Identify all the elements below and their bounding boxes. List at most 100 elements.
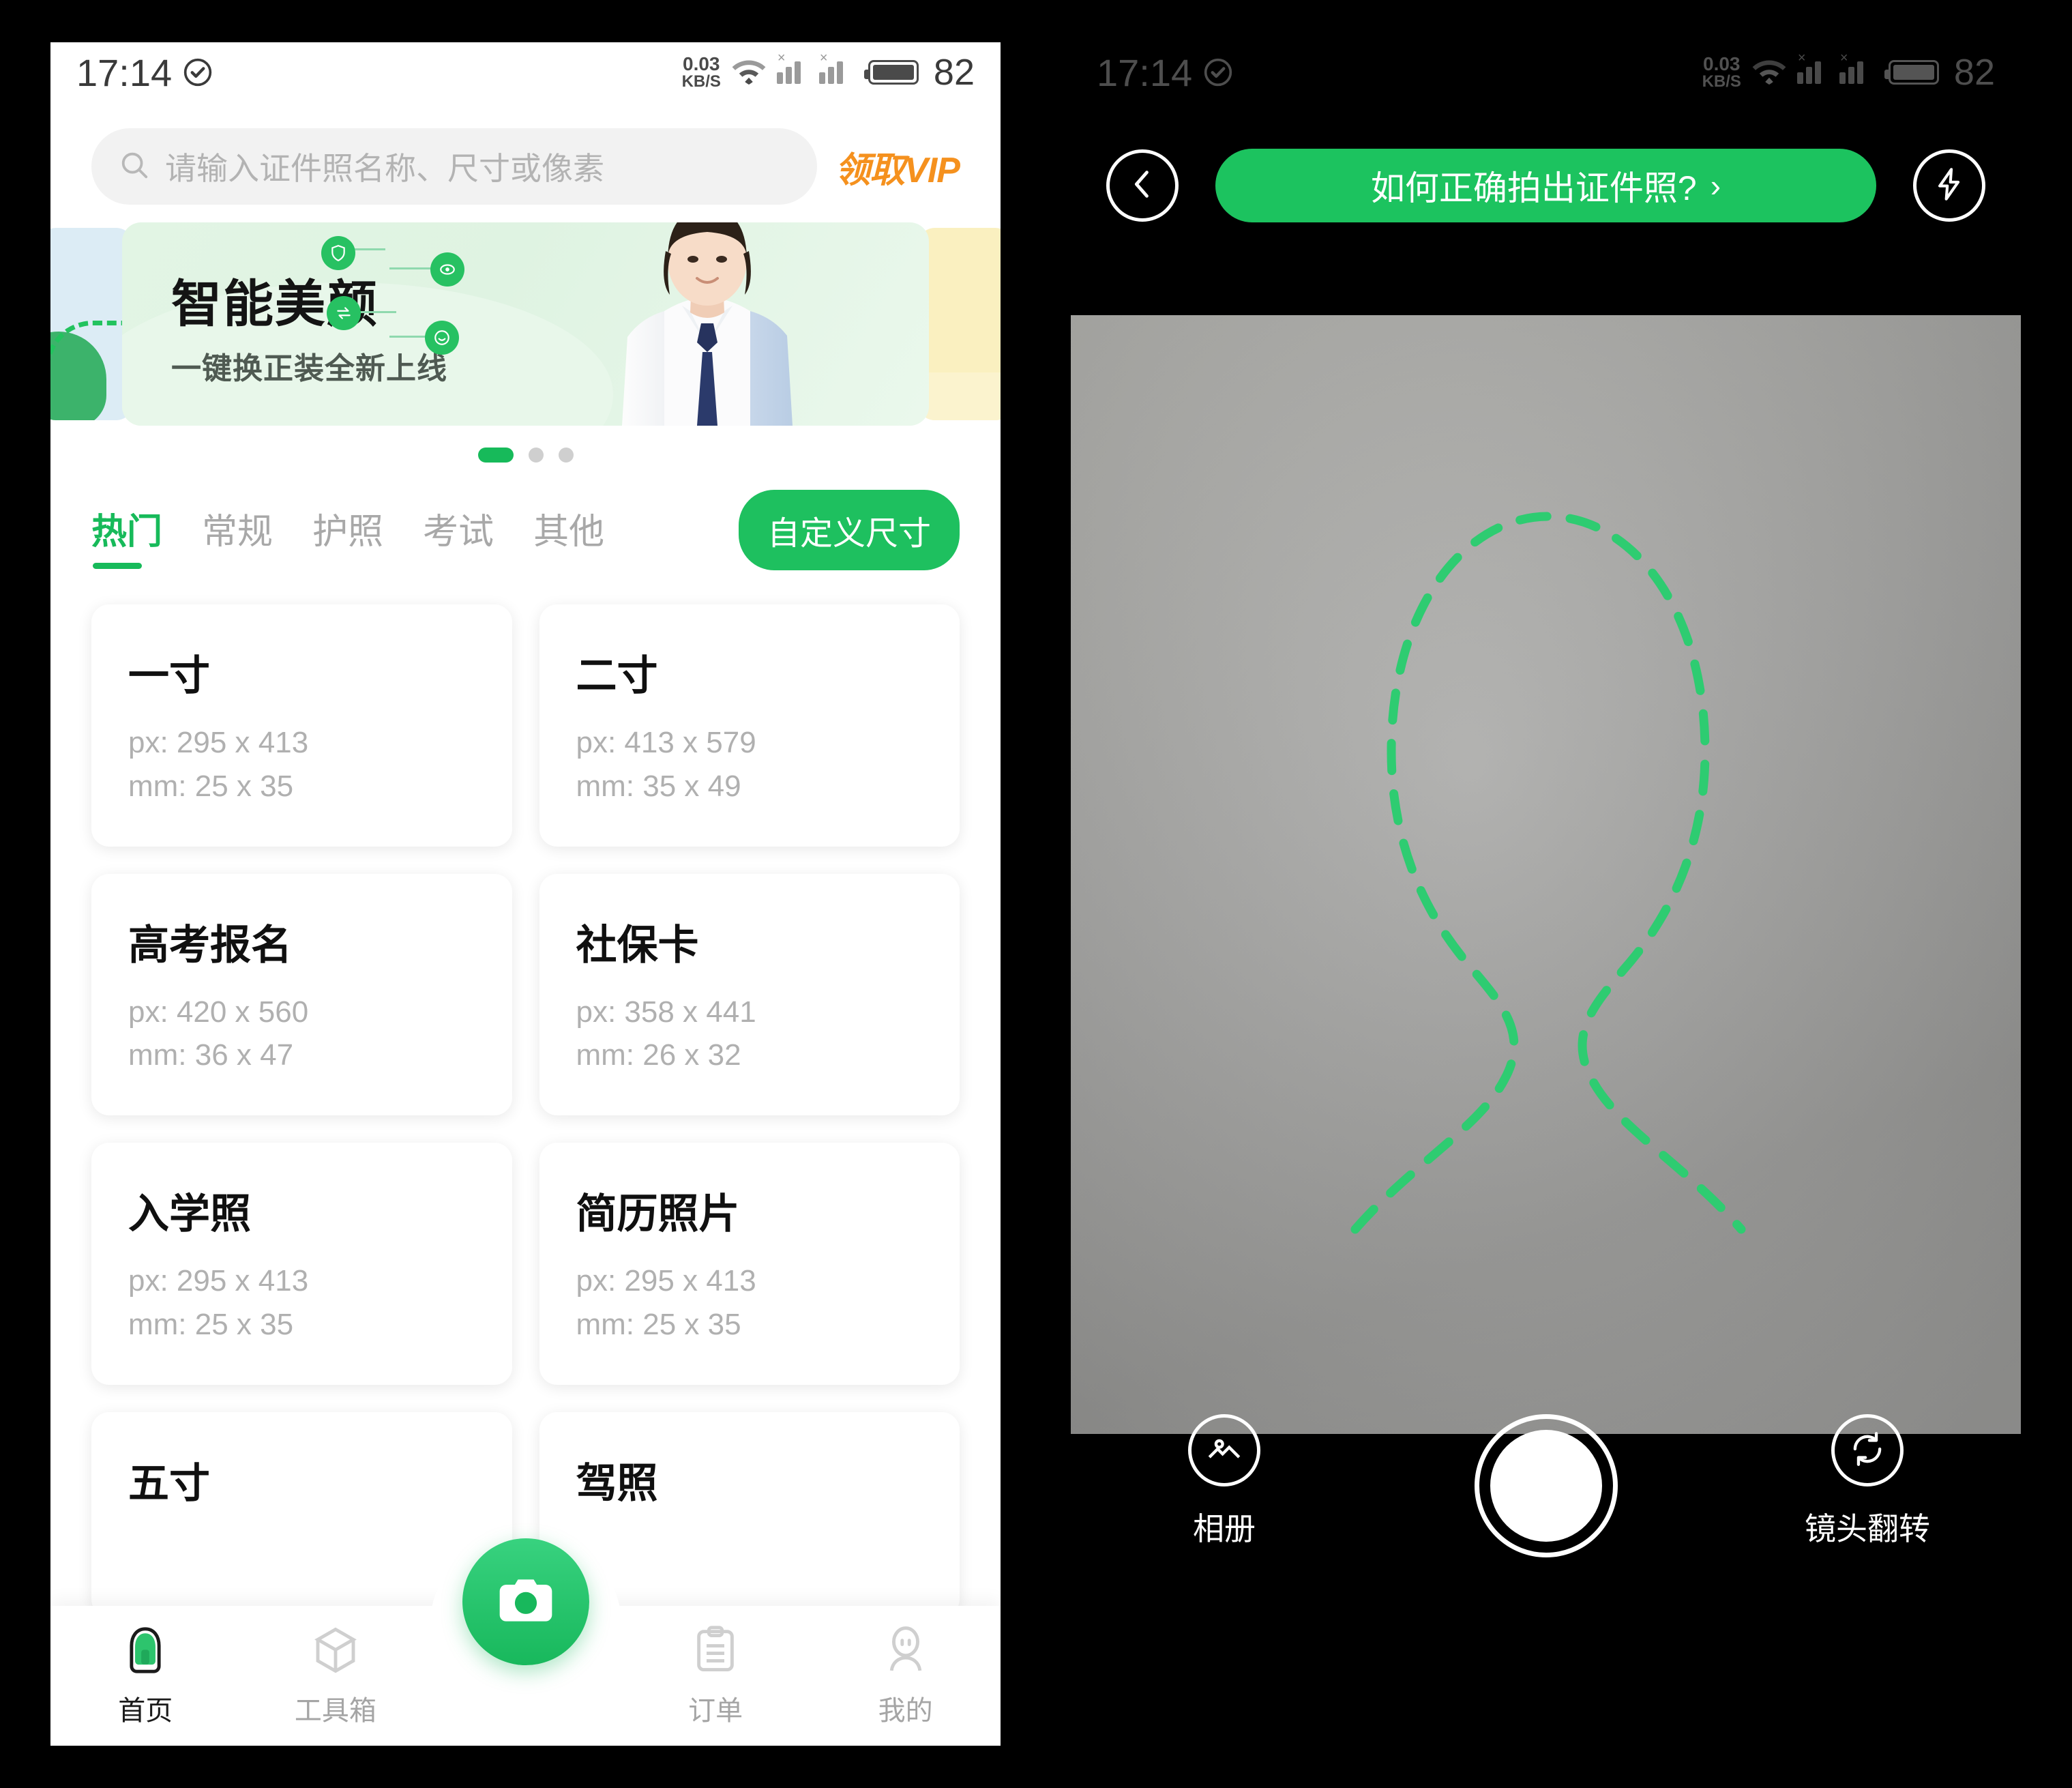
- size-card-title: 社保卡: [576, 922, 699, 968]
- size-card-title: 驾照: [576, 1460, 658, 1506]
- size-card-px: px: 420 x 560: [128, 995, 309, 1029]
- nav-label-toolbox: 工具箱: [294, 1696, 376, 1726]
- signal-bars-icon: ×: [1839, 51, 1872, 84]
- chevron-left-icon: [1125, 166, 1160, 205]
- left-phone-screen: 17:14 0.03 KB/S × × 82 请输入证件照名称、尺寸或像素 领取…: [50, 42, 1001, 1746]
- carousel-dots[interactable]: [50, 448, 1001, 463]
- nav-item-toolbox[interactable]: 工具箱: [241, 1624, 431, 1728]
- shield-badge-icon: [321, 236, 355, 270]
- tab-other[interactable]: 其他: [533, 503, 604, 569]
- shutter-icon: [1490, 1430, 1602, 1542]
- gallery-button[interactable]: 相册: [1146, 1414, 1303, 1549]
- size-card[interactable]: 社保卡 px: 358 x 441 mm: 26 x 32: [539, 873, 960, 1116]
- network-speed: 0.03 KB/S: [682, 55, 721, 90]
- wifi-icon: [1751, 57, 1788, 88]
- size-card[interactable]: 一寸 px: 295 x 413 mm: 25 x 35: [91, 604, 512, 847]
- status-right-cluster: 0.03 KB/S × × 82: [682, 51, 975, 93]
- search-input[interactable]: 请输入证件照名称、尺寸或像素: [91, 128, 818, 205]
- size-card[interactable]: 入学照 px: 295 x 413 mm: 25 x 35: [91, 1143, 512, 1385]
- signal-bars-icon: ×: [1796, 51, 1830, 84]
- camera-controls: 相册 镜头翻转: [1071, 1414, 2021, 1605]
- status-bar-left: 17:14 0.03 KB/S × × 82: [50, 42, 1001, 102]
- search-row: 请输入证件照名称、尺寸或像素 领取VIP: [50, 102, 1001, 210]
- size-card-title: 入学照: [128, 1191, 251, 1237]
- shutter-wrap: [1303, 1414, 1789, 1557]
- wifi-icon: [730, 57, 767, 88]
- gallery-icon-wrap[interactable]: [1188, 1414, 1260, 1486]
- network-speed-unit: KB/S: [1702, 72, 1741, 91]
- size-card-title: 高考报名: [128, 922, 292, 968]
- camera-fab-button[interactable]: [462, 1538, 589, 1665]
- camera-flip-label: 镜头翻转: [1805, 1511, 1930, 1547]
- battery-icon: [1884, 60, 1939, 85]
- profile-icon: [879, 1624, 932, 1680]
- battery-percent: 82: [1953, 52, 1995, 93]
- size-card-mm: mm: 25 x 35: [128, 769, 294, 803]
- search-icon: [119, 149, 150, 184]
- network-speed-unit: KB/S: [681, 72, 721, 91]
- shutter-button[interactable]: [1474, 1414, 1618, 1557]
- banner-subtitle: 一键换正装全新上线: [171, 352, 447, 385]
- tab-regular[interactable]: 常规: [202, 503, 273, 569]
- signal-bars-icon: ×: [818, 51, 852, 84]
- camera-flip-icon: [1848, 1429, 1887, 1472]
- banner-active[interactable]: 智能美颜 一键换正装全新上线: [122, 222, 929, 426]
- nav-label-profile: 我的: [878, 1696, 933, 1726]
- nav-item-orders[interactable]: 订单: [621, 1624, 811, 1728]
- size-card-grid: 一寸 px: 295 x 413 mm: 25 x 35 二寸 px: 413 …: [50, 581, 1001, 1617]
- tab-exam[interactable]: 考试: [423, 503, 494, 569]
- status-time: 17:14: [76, 50, 173, 94]
- signal-bars-icon: ×: [776, 51, 810, 84]
- search-placeholder: 请输入证件照名称、尺寸或像素: [165, 151, 604, 186]
- right-phone-screen: 17:14 0.03 KB/S × × 82 如何正确拍出证件照? › 相册 镜…: [1071, 42, 2021, 1746]
- carousel-dot-active[interactable]: [477, 448, 514, 463]
- home-icon: [119, 1624, 172, 1680]
- size-card-px: px: 295 x 413: [576, 1264, 756, 1298]
- tab-passport[interactable]: 护照: [312, 503, 383, 569]
- camera-flip-icon-wrap[interactable]: [1831, 1414, 1904, 1486]
- camera-flip-button[interactable]: 镜头翻转: [1789, 1414, 1946, 1549]
- gallery-icon: [1204, 1429, 1244, 1472]
- size-card-mm: mm: 36 x 47: [128, 1038, 294, 1072]
- carousel-dot[interactable]: [558, 448, 574, 463]
- orders-icon: [689, 1624, 742, 1680]
- banner-person-image: [520, 222, 888, 426]
- size-card-mm: mm: 26 x 32: [576, 1038, 741, 1072]
- person-silhouette-dashed-icon: [1350, 512, 1746, 1234]
- banner-peek-left[interactable]: [50, 228, 134, 420]
- camera-preview[interactable]: [1071, 315, 2021, 1434]
- carousel-dot[interactable]: [528, 448, 544, 463]
- status-bar-right: 17:14 0.03 KB/S × × 82: [1071, 42, 2021, 102]
- size-card[interactable]: 高考报名 px: 420 x 560 mm: 36 x 47: [91, 873, 512, 1116]
- custom-size-button[interactable]: 自定义尺寸: [738, 490, 960, 570]
- banner-peek-right[interactable]: [917, 228, 1001, 420]
- size-card[interactable]: 二寸 px: 413 x 579 mm: 35 x 49: [539, 604, 960, 847]
- battery-percent: 82: [933, 52, 975, 93]
- size-card-title: 一寸: [128, 653, 210, 699]
- size-card-mm: mm: 25 x 35: [128, 1307, 294, 1341]
- nav-label-home: 首页: [118, 1696, 173, 1726]
- flash-icon: [1932, 166, 1967, 205]
- camera-header: 如何正确拍出证件照? ›: [1071, 102, 2021, 222]
- flash-button[interactable]: [1913, 149, 1985, 222]
- tab-hot[interactable]: 热门: [91, 503, 162, 569]
- back-button[interactable]: [1106, 149, 1179, 222]
- battery-icon: [863, 60, 919, 85]
- size-card-px: px: 413 x 579: [576, 726, 756, 759]
- vip-button[interactable]: 领取VIP: [835, 141, 960, 192]
- size-card-title: 五寸: [128, 1460, 210, 1506]
- banner-carousel[interactable]: 智能美颜 一键换正装全新上线: [50, 222, 1001, 463]
- network-speed-value: 0.03: [683, 53, 720, 74]
- size-card-px: px: 295 x 413: [128, 726, 309, 759]
- nav-item-profile[interactable]: 我的: [810, 1624, 1001, 1728]
- photo-tip-button[interactable]: 如何正确拍出证件照? ›: [1215, 149, 1876, 222]
- check-circle-icon: [183, 57, 213, 87]
- swap-badge-icon: [327, 296, 361, 330]
- size-card[interactable]: 简历照片 px: 295 x 413 mm: 25 x 35: [539, 1143, 960, 1385]
- size-card-title: 二寸: [576, 653, 658, 699]
- check-circle-icon: [1203, 57, 1233, 87]
- size-card-mm: mm: 25 x 35: [576, 1307, 741, 1341]
- nav-item-home[interactable]: 首页: [50, 1624, 241, 1728]
- network-speed: 0.03 KB/S: [1702, 55, 1741, 90]
- eye-badge-icon: [430, 252, 464, 287]
